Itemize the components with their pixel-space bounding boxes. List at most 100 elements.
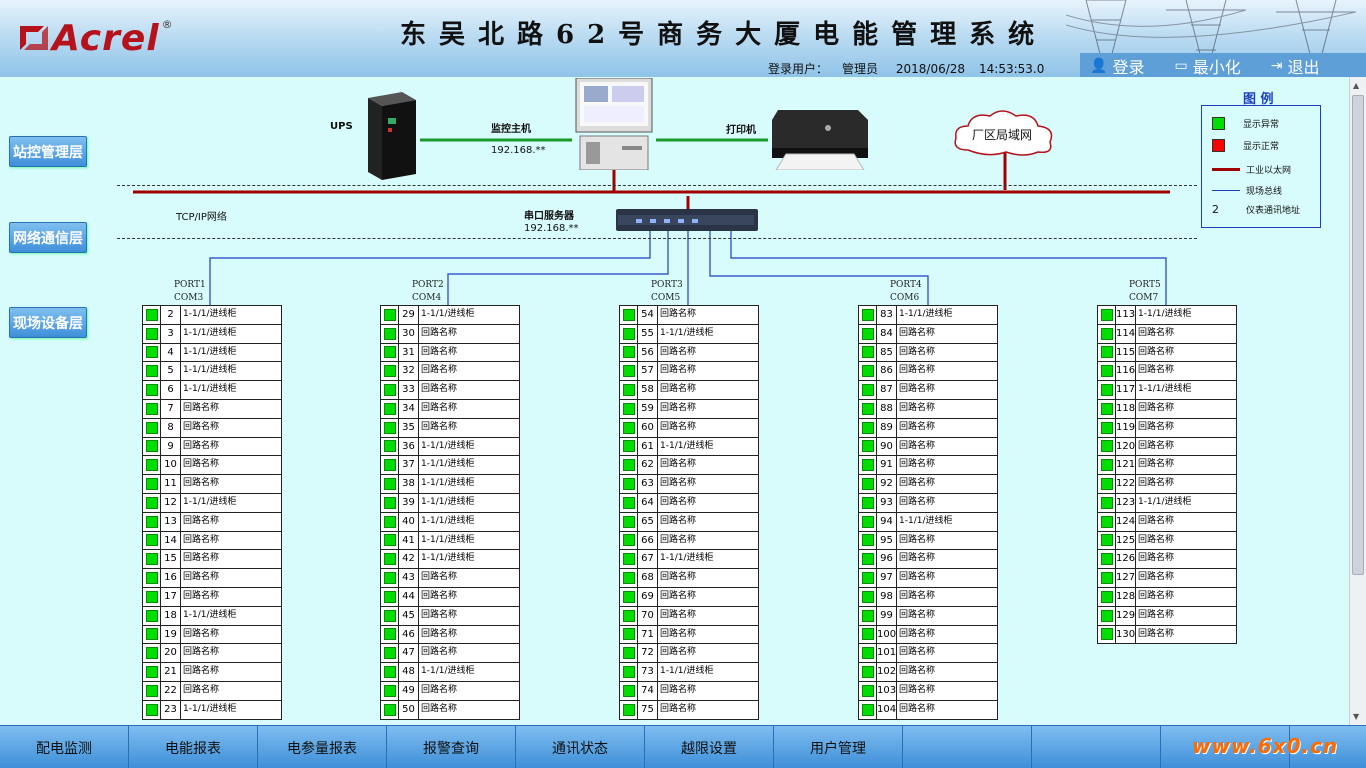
device-row[interactable]: 41 1-1/1/进线柜	[381, 531, 520, 551]
device-row[interactable]: 2 1-1/1/进线柜	[143, 306, 282, 325]
device-row[interactable]: 19 回路名称	[143, 625, 282, 645]
device-row[interactable]: 113 1-1/1/进线柜	[1098, 306, 1237, 325]
device-row[interactable]: 31 回路名称	[381, 343, 520, 363]
vertical-scrollbar[interactable]: ▲ ▼	[1349, 77, 1366, 725]
device-row[interactable]: 12 1-1/1/进线柜	[143, 493, 282, 513]
device-row[interactable]: 60 回路名称	[620, 418, 759, 438]
device-row[interactable]: 23 1-1/1/进线柜	[143, 700, 282, 720]
device-row[interactable]: 46 回路名称	[381, 625, 520, 645]
device-row[interactable]: 74 回路名称	[620, 681, 759, 701]
device-row[interactable]: 104 回路名称	[859, 700, 998, 720]
device-row[interactable]: 91 回路名称	[859, 456, 998, 476]
device-row[interactable]: 45 回路名称	[381, 606, 520, 626]
scrollbar-thumb[interactable]	[1352, 95, 1364, 575]
device-row[interactable]: 97 回路名称	[859, 569, 998, 588]
device-row[interactable]: 86 回路名称	[859, 362, 998, 382]
device-row[interactable]: 114 回路名称	[1098, 324, 1237, 344]
device-row[interactable]: 13 回路名称	[143, 512, 282, 532]
device-row[interactable]: 90 回路名称	[859, 437, 998, 457]
scroll-down-icon[interactable]: ▼	[1353, 712, 1359, 721]
device-row[interactable]: 54 回路名称	[620, 306, 759, 325]
nav-item[interactable]: 电参量报表	[258, 726, 387, 768]
device-row[interactable]: 99 回路名称	[859, 606, 998, 626]
device-row[interactable]: 85 回路名称	[859, 343, 998, 363]
device-row[interactable]: 17 回路名称	[143, 587, 282, 607]
device-row[interactable]: 11 回路名称	[143, 475, 282, 494]
device-row[interactable]: 130 回路名称	[1098, 625, 1237, 645]
device-row[interactable]: 83 1-1/1/进线柜	[859, 306, 998, 325]
device-row[interactable]: 127 回路名称	[1098, 569, 1237, 588]
device-row[interactable]: 124 回路名称	[1098, 512, 1237, 532]
device-row[interactable]: 70 回路名称	[620, 606, 759, 626]
device-row[interactable]: 47 回路名称	[381, 644, 520, 664]
device-row[interactable]: 96 回路名称	[859, 550, 998, 570]
device-row[interactable]: 62 回路名称	[620, 456, 759, 476]
device-row[interactable]: 119 回路名称	[1098, 418, 1237, 438]
device-row[interactable]: 122 回路名称	[1098, 475, 1237, 494]
device-row[interactable]: 50 回路名称	[381, 700, 520, 720]
device-row[interactable]: 66 回路名称	[620, 531, 759, 551]
device-row[interactable]: 38 1-1/1/进线柜	[381, 475, 520, 494]
nav-item[interactable]: 通讯状态	[516, 726, 645, 768]
device-row[interactable]: 21 回路名称	[143, 663, 282, 682]
device-row[interactable]: 64 回路名称	[620, 493, 759, 513]
device-row[interactable]: 3 1-1/1/进线柜	[143, 324, 282, 344]
device-row[interactable]: 40 1-1/1/进线柜	[381, 512, 520, 532]
device-row[interactable]: 84 回路名称	[859, 324, 998, 344]
device-row[interactable]: 43 回路名称	[381, 569, 520, 588]
device-row[interactable]: 4 1-1/1/进线柜	[143, 343, 282, 363]
device-row[interactable]: 101 回路名称	[859, 644, 998, 664]
device-row[interactable]: 67 1-1/1/进线柜	[620, 550, 759, 570]
device-row[interactable]: 103 回路名称	[859, 681, 998, 701]
device-row[interactable]: 35 回路名称	[381, 418, 520, 438]
device-row[interactable]: 34 回路名称	[381, 399, 520, 419]
device-row[interactable]: 123 1-1/1/进线柜	[1098, 493, 1237, 513]
nav-item[interactable]: 越限设置	[645, 726, 774, 768]
device-row[interactable]: 59 回路名称	[620, 399, 759, 419]
device-row[interactable]: 29 1-1/1/进线柜	[381, 306, 520, 325]
device-row[interactable]: 129 回路名称	[1098, 606, 1237, 626]
device-row[interactable]: 92 回路名称	[859, 475, 998, 494]
device-row[interactable]: 128 回路名称	[1098, 587, 1237, 607]
device-row[interactable]: 87 回路名称	[859, 381, 998, 400]
device-row[interactable]: 57 回路名称	[620, 362, 759, 382]
nav-item[interactable]: 报警查询	[387, 726, 516, 768]
device-row[interactable]: 7 回路名称	[143, 399, 282, 419]
device-row[interactable]: 8 回路名称	[143, 418, 282, 438]
device-row[interactable]: 44 回路名称	[381, 587, 520, 607]
device-row[interactable]: 61 1-1/1/进线柜	[620, 437, 759, 457]
device-row[interactable]: 15 回路名称	[143, 550, 282, 570]
device-row[interactable]: 33 回路名称	[381, 381, 520, 400]
device-row[interactable]: 30 回路名称	[381, 324, 520, 344]
nav-item[interactable]: 配电监测	[0, 726, 129, 768]
device-row[interactable]: 89 回路名称	[859, 418, 998, 438]
device-row[interactable]: 55 1-1/1/进线柜	[620, 324, 759, 344]
device-row[interactable]: 48 1-1/1/进线柜	[381, 663, 520, 682]
device-row[interactable]: 117 1-1/1/进线柜	[1098, 381, 1237, 400]
device-row[interactable]: 42 1-1/1/进线柜	[381, 550, 520, 570]
device-row[interactable]: 20 回路名称	[143, 644, 282, 664]
device-row[interactable]: 115 回路名称	[1098, 343, 1237, 363]
device-row[interactable]: 36 1-1/1/进线柜	[381, 437, 520, 457]
device-row[interactable]: 75 回路名称	[620, 700, 759, 720]
device-row[interactable]: 56 回路名称	[620, 343, 759, 363]
device-row[interactable]: 120 回路名称	[1098, 437, 1237, 457]
device-row[interactable]: 22 回路名称	[143, 681, 282, 701]
device-row[interactable]: 93 回路名称	[859, 493, 998, 513]
device-row[interactable]: 65 回路名称	[620, 512, 759, 532]
device-row[interactable]: 32 回路名称	[381, 362, 520, 382]
device-row[interactable]: 71 回路名称	[620, 625, 759, 645]
nav-item[interactable]: 用户管理	[774, 726, 903, 768]
device-row[interactable]: 94 1-1/1/进线柜	[859, 512, 998, 532]
device-row[interactable]: 37 1-1/1/进线柜	[381, 456, 520, 476]
device-row[interactable]: 102 回路名称	[859, 663, 998, 682]
device-row[interactable]: 126 回路名称	[1098, 550, 1237, 570]
device-row[interactable]: 6 1-1/1/进线柜	[143, 381, 282, 400]
device-row[interactable]: 5 1-1/1/进线柜	[143, 362, 282, 382]
device-row[interactable]: 69 回路名称	[620, 587, 759, 607]
device-row[interactable]: 9 回路名称	[143, 437, 282, 457]
device-row[interactable]: 10 回路名称	[143, 456, 282, 476]
device-row[interactable]: 73 1-1/1/进线柜	[620, 663, 759, 682]
device-row[interactable]: 88 回路名称	[859, 399, 998, 419]
nav-item[interactable]: 电能报表	[129, 726, 258, 768]
